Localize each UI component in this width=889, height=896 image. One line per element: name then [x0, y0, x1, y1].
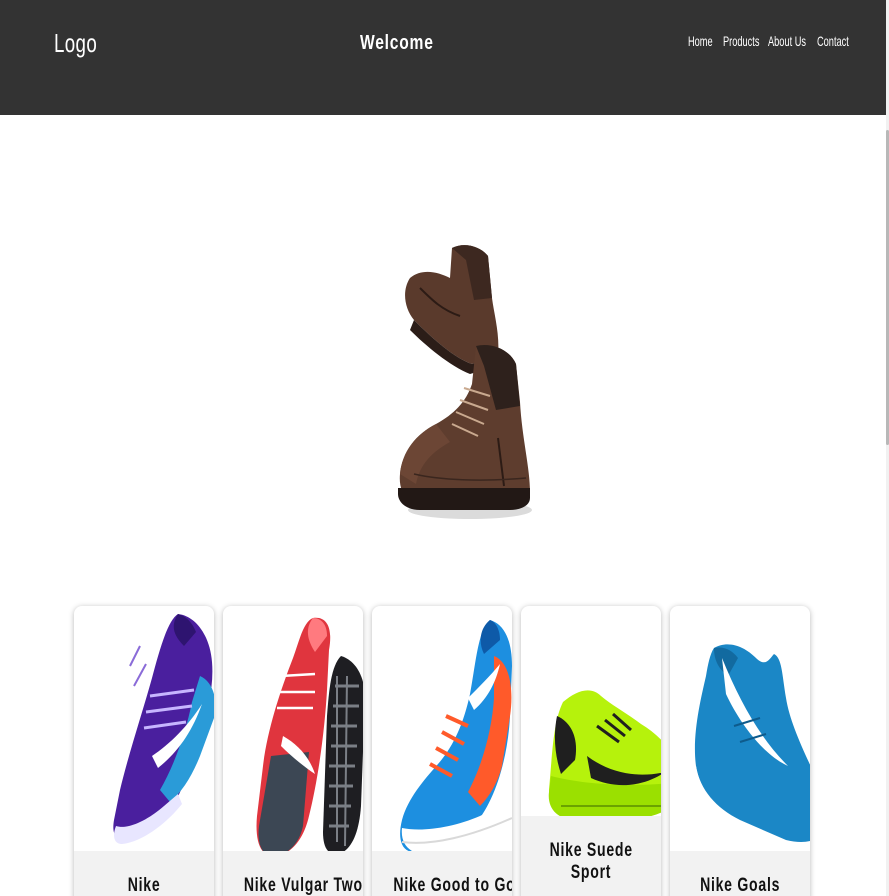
product-name: Nike Suede: [549, 840, 633, 861]
product-caption: Nike Good to Go: [372, 851, 512, 896]
product-card-nike-suede-sport[interactable]: Nike Suede Sport: [521, 606, 661, 896]
product-caption: Nike Vulgar Two: [223, 851, 363, 896]
top-navbar: Logo Welcome Home Products About Us Cont…: [0, 0, 886, 115]
product-name-line2: Sport: [570, 862, 612, 883]
nav-link-contact[interactable]: Contact: [817, 33, 849, 49]
nav-link-about-us[interactable]: About Us: [768, 33, 806, 49]
product-card-nike-vulgar-two[interactable]: Nike Vulgar Two: [223, 606, 363, 896]
product-card-nike-goals[interactable]: Nike Goals: [670, 606, 810, 896]
product-name: Nike Vulgar Two: [243, 875, 363, 896]
hero-boots-image: [398, 245, 532, 519]
nav-link-products[interactable]: Products: [723, 33, 759, 49]
main-nav: Home Products About Us Contact: [688, 33, 853, 49]
neon-green-running-shoe-image: [548, 690, 661, 820]
red-grey-running-shoes-image: [256, 617, 363, 851]
page-title: Welcome: [360, 32, 434, 54]
purple-running-shoe-image: [113, 614, 214, 844]
product-name: Nike Good to Go: [393, 875, 512, 896]
blue-orange-running-shoe-image: [400, 620, 512, 851]
product-caption: Nike: [74, 851, 214, 896]
product-caption: Nike Goals: [670, 851, 810, 896]
blue-sneaker-image: [694, 644, 810, 851]
product-card-nike[interactable]: Nike: [74, 606, 214, 896]
product-card-nike-good-to-go[interactable]: Nike Good to Go: [372, 606, 512, 896]
nav-link-home[interactable]: Home: [688, 33, 713, 49]
product-name: Nike Goals: [699, 875, 781, 896]
product-name: Nike: [127, 875, 161, 896]
site-logo[interactable]: Logo: [54, 28, 97, 59]
product-caption: Nike Suede Sport: [521, 816, 661, 896]
